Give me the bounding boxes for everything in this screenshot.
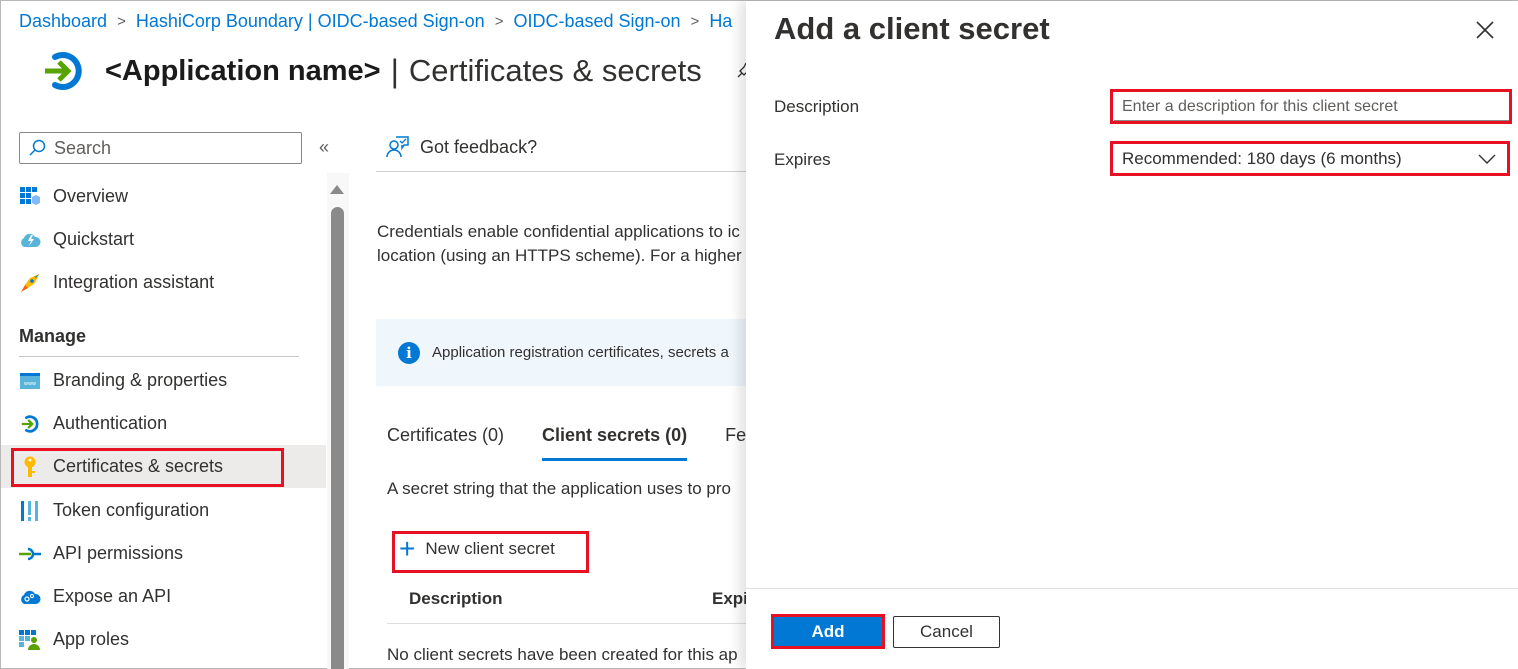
column-header-description[interactable]: Description	[409, 589, 503, 609]
feedback-button[interactable]: Got feedback?	[386, 135, 537, 159]
sidebar-item-integration-assistant[interactable]: Integration assistant	[1, 261, 326, 304]
sidebar-item-certificates-secrets[interactable]: Certificates & secrets	[1, 445, 326, 488]
expires-label: Expires	[774, 150, 831, 169]
breadcrumb-truncated[interactable]: Ha	[709, 11, 732, 32]
add-button[interactable]: Add	[774, 617, 882, 647]
sidebar-item-label: Branding & properties	[53, 370, 228, 390]
sidebar-item-label: Token configuration	[53, 500, 210, 520]
www-icon: www	[19, 370, 41, 392]
credentials-tabs: Certificates (0) Client secrets (0) Fed	[387, 425, 794, 461]
sidebar-item-label: Integration assistant	[53, 272, 215, 292]
sidebar-item-label: Authentication	[53, 413, 168, 433]
page-header: <Application name> | Certificates & secr…	[41, 49, 754, 93]
new-client-secret-button[interactable]: + New client secret	[399, 533, 555, 564]
title-separator: |	[390, 52, 399, 89]
collapse-sidebar-button[interactable]: «	[319, 137, 329, 158]
sidebar-item-label: Overview	[53, 186, 129, 206]
footer-divider	[746, 588, 1518, 589]
rocket-icon	[19, 272, 41, 294]
sidebar-item-branding[interactable]: www Branding & properties	[1, 359, 326, 402]
expires-dropdown[interactable]: Recommended: 180 days (6 months)	[1114, 144, 1506, 174]
feedback-label: Got feedback?	[420, 136, 538, 157]
cancel-button[interactable]: Cancel	[893, 616, 1000, 648]
plus-icon: +	[399, 533, 416, 564]
sidebar-item-token-configuration[interactable]: Token configuration	[1, 489, 326, 532]
breadcrumb: Dashboard > HashiCorp Boundary | OIDC-ba…	[19, 11, 732, 32]
info-banner: i Application registration certificates,…	[376, 319, 746, 386]
authentication-icon	[19, 413, 41, 435]
empty-state-text: No client secrets have been created for …	[387, 645, 738, 664]
sidebar-divider	[19, 356, 299, 357]
tab-certificates[interactable]: Certificates (0)	[387, 425, 504, 446]
page-title: Certificates & secrets	[408, 53, 702, 88]
overview-grid-icon	[19, 186, 41, 208]
feedback-icon	[386, 136, 409, 158]
key-icon	[19, 456, 41, 478]
search-icon	[29, 139, 46, 156]
close-icon[interactable]	[1474, 19, 1496, 41]
application-name: <Application name>	[105, 54, 381, 87]
api-permissions-icon	[19, 543, 41, 565]
info-icon: i	[398, 341, 420, 364]
sidebar-item-overview[interactable]: Overview	[1, 175, 326, 218]
sidebar-item-label: API permissions	[53, 543, 184, 563]
table-header-divider	[387, 623, 747, 624]
breadcrumb-separator-icon: >	[117, 13, 126, 30]
sidebar-item-authentication[interactable]: Authentication	[1, 402, 326, 445]
app-roles-icon	[19, 629, 41, 651]
panel-title: Add a client secret	[774, 11, 1050, 46]
toolbar-divider	[376, 171, 746, 172]
sidebar-item-label: Quickstart	[53, 229, 135, 249]
svg-text:www: www	[24, 381, 36, 387]
tab-client-secrets[interactable]: Client secrets (0)	[542, 425, 688, 461]
column-header-expires[interactable]: Expi	[712, 589, 748, 609]
cloud-gear-icon	[19, 586, 41, 608]
add-client-secret-panel: Add a client secret Description Expires …	[746, 1, 1518, 669]
sidebar-item-expose-api[interactable]: Expose an API	[1, 575, 326, 618]
scroll-up-arrow-icon[interactable]	[330, 185, 344, 194]
sidebar-item-api-permissions[interactable]: API permissions	[1, 532, 326, 575]
expires-selected-value: Recommended: 180 days (6 months)	[1122, 149, 1402, 168]
sidebar-item-quickstart[interactable]: Quickstart	[1, 218, 326, 261]
sidebar-scrollbar-thumb[interactable]	[331, 207, 344, 669]
new-client-secret-label: New client secret	[425, 539, 555, 558]
description-label: Description	[774, 97, 860, 116]
sidebar-search-input[interactable]	[54, 137, 294, 159]
sidebar-section-manage: Manage	[19, 326, 87, 346]
token-bars-icon	[19, 500, 41, 522]
breadcrumb-separator-icon: >	[690, 13, 700, 30]
description-line: location (using an HTTPS scheme). For a …	[377, 246, 742, 265]
cloud-lightning-icon	[19, 229, 41, 251]
client-secrets-description: A secret string that the application use…	[387, 479, 731, 498]
breadcrumb-dashboard[interactable]: Dashboard	[19, 11, 107, 32]
sidebar-item-app-roles[interactable]: App roles	[1, 618, 326, 661]
breadcrumb-hashicorp-boundary[interactable]: HashiCorp Boundary | OIDC-based Sign-on	[136, 11, 485, 32]
chevron-down-icon	[1478, 154, 1496, 164]
breadcrumb-oidc-sign-on[interactable]: OIDC-based Sign-on	[513, 11, 680, 32]
breadcrumb-separator-icon: >	[494, 13, 504, 30]
sidebar-item-label: Expose an API	[53, 586, 172, 606]
sign-in-arrow-icon	[45, 52, 82, 90]
description-input[interactable]	[1114, 93, 1509, 121]
sidebar-search[interactable]	[19, 132, 302, 164]
description-line: Credentials enable confidential applicat…	[377, 222, 740, 241]
info-banner-text: Application registration certificates, s…	[432, 344, 729, 361]
credentials-description: Credentials enable confidential applicat…	[377, 220, 747, 268]
sidebar-item-label: Certificates & secrets	[53, 456, 224, 476]
sidebar-item-label: App roles	[53, 629, 130, 649]
